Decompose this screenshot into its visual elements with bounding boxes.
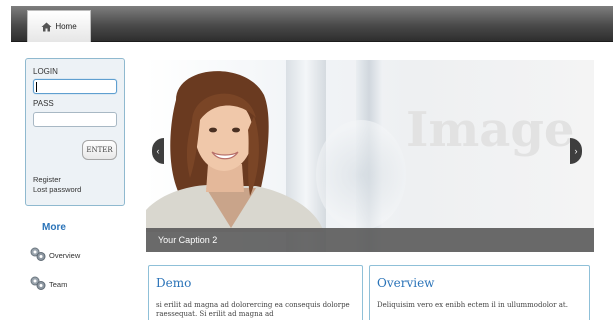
home-tab-label: Home <box>55 22 77 31</box>
slider-caption: Your Caption 2 <box>146 228 594 252</box>
lost-password-link[interactable]: Lost password <box>33 185 81 194</box>
overview-box: Overview Deliquisim vero ex enibh ectem … <box>369 265 590 320</box>
demo-box: Demo si erilit ad magna ad dolorercing e… <box>148 265 363 320</box>
home-tab[interactable]: Home <box>27 10 91 42</box>
image-watermark: Image <box>406 102 575 158</box>
gears-icon <box>30 276 46 292</box>
login-panel: LOGIN PASS ENTER Register Lost password <box>25 58 125 206</box>
login-label: LOGIN <box>33 67 58 76</box>
overview-box-title: Overview <box>377 276 435 290</box>
demo-box-title: Demo <box>156 276 192 290</box>
sidebar-item-label: Team <box>49 279 68 289</box>
slider-next-button[interactable]: › <box>570 138 582 164</box>
image-slider: Image ‹ › Your Caption 2 <box>146 60 594 252</box>
chevron-right-icon: › <box>574 146 578 156</box>
pass-label: PASS <box>33 99 54 108</box>
enter-button[interactable]: ENTER <box>82 140 117 160</box>
register-link[interactable]: Register <box>33 175 61 184</box>
chevron-left-icon: ‹ <box>156 146 160 156</box>
more-heading: More <box>42 222 66 233</box>
gears-icon <box>30 247 46 263</box>
password-input[interactable] <box>33 112 117 127</box>
house-icon <box>41 22 52 32</box>
sidebar-item-label: Overview <box>49 250 81 260</box>
sidebar-item-team[interactable]: Team <box>30 276 67 292</box>
demo-box-text: si erilit ad magna ad dolorercing ea con… <box>156 301 350 318</box>
woman-portrait-image <box>146 71 324 232</box>
top-navigation-bar: Home <box>11 6 613 42</box>
sidebar-item-overview[interactable]: Overview <box>30 247 80 263</box>
login-input[interactable] <box>33 79 117 94</box>
text-caret <box>36 82 37 92</box>
overview-box-text: Deliquisim vero ex enibh ectem il in ull… <box>377 301 568 309</box>
